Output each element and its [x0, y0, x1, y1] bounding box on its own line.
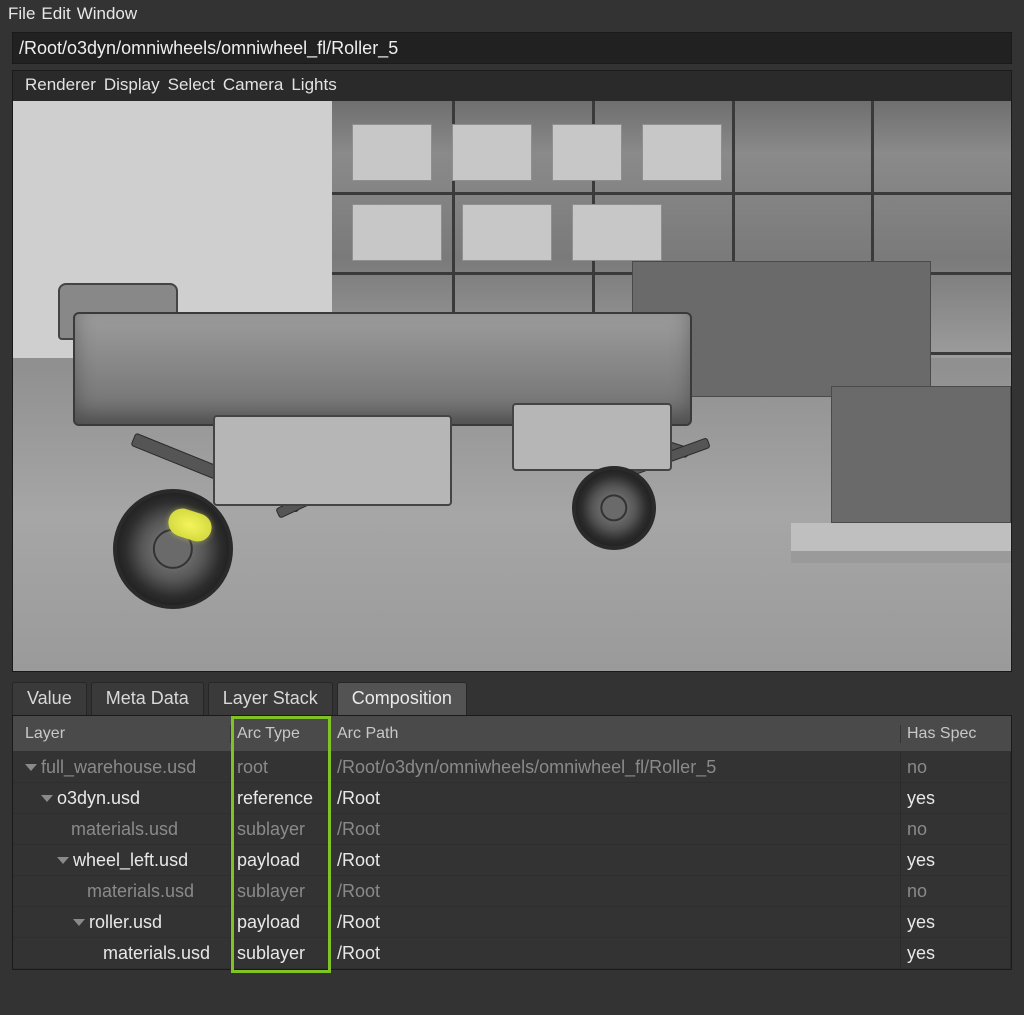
cell-layer: full_warehouse.usd	[13, 752, 231, 782]
vp-menu-camera[interactable]: Camera	[223, 75, 283, 95]
table-row[interactable]: materials.usd sublayer/Rootyes	[13, 938, 1011, 969]
cell-arc-path: /Root	[331, 907, 901, 937]
col-arc-path[interactable]: Arc Path	[331, 725, 901, 743]
col-has-spec[interactable]: Has Spec	[901, 725, 1011, 743]
cell-has-spec: yes	[901, 783, 1011, 813]
menu-file[interactable]: File	[8, 4, 35, 24]
cell-has-spec: no	[901, 876, 1011, 906]
layer-name: wheel_left.usd	[73, 850, 188, 871]
cell-has-spec: yes	[901, 938, 1011, 968]
layer-name: full_warehouse.usd	[41, 757, 196, 778]
cell-layer: o3dyn.usd	[13, 783, 231, 813]
menu-window[interactable]: Window	[77, 4, 137, 24]
cell-layer: materials.usd	[13, 938, 231, 968]
tab-composition[interactable]: Composition	[337, 682, 467, 715]
disclosure-icon[interactable]	[25, 764, 37, 771]
table-row[interactable]: wheel_left.usd payload/Rootyes	[13, 845, 1011, 876]
cell-arc-type: payload	[231, 845, 331, 875]
cell-arc-type: reference	[231, 783, 331, 813]
vp-menu-lights[interactable]: Lights	[291, 75, 336, 95]
menu-edit[interactable]: Edit	[41, 4, 70, 24]
tab-meta-data[interactable]: Meta Data	[91, 682, 204, 715]
inspector-tabs: Value Meta Data Layer Stack Composition	[12, 682, 1012, 715]
disclosure-icon[interactable]	[41, 795, 53, 802]
cell-has-spec: no	[901, 752, 1011, 782]
cell-has-spec: no	[901, 814, 1011, 844]
vp-menu-display[interactable]: Display	[104, 75, 160, 95]
table-row[interactable]: roller.usd payload/Rootyes	[13, 907, 1011, 938]
cell-arc-path: /Root/o3dyn/omniwheels/omniwheel_fl/Roll…	[331, 752, 901, 782]
cell-has-spec: yes	[901, 907, 1011, 937]
table-row[interactable]: materials.usd sublayer/Rootno	[13, 876, 1011, 907]
tab-layer-stack[interactable]: Layer Stack	[208, 682, 333, 715]
vp-menu-select[interactable]: Select	[168, 75, 215, 95]
cell-arc-path: /Root	[331, 845, 901, 875]
cell-arc-path: /Root	[331, 938, 901, 968]
cell-arc-type: sublayer	[231, 876, 331, 906]
layer-name: materials.usd	[71, 819, 178, 840]
prim-path-field[interactable]: /Root/o3dyn/omniwheels/omniwheel_fl/Roll…	[12, 32, 1012, 64]
viewport-3d[interactable]	[13, 101, 1011, 671]
cell-layer: materials.usd	[13, 876, 231, 906]
layer-name: materials.usd	[103, 943, 210, 964]
table-header: Layer Arc Type Arc Path Has Spec	[13, 716, 1011, 752]
table-row[interactable]: full_warehouse.usd root/Root/o3dyn/omniwh…	[13, 752, 1011, 783]
cell-layer: roller.usd	[13, 907, 231, 937]
composition-table: Layer Arc Type Arc Path Has Spec full_wa…	[12, 715, 1012, 970]
viewport-panel: Renderer Display Select Camera Lights	[12, 70, 1012, 672]
cell-arc-type: sublayer	[231, 938, 331, 968]
cell-arc-path: /Root	[331, 876, 901, 906]
disclosure-icon[interactable]	[73, 919, 85, 926]
prim-path-text: /Root/o3dyn/omniwheels/omniwheel_fl/Roll…	[19, 38, 398, 59]
cell-arc-path: /Root	[331, 814, 901, 844]
table-body: full_warehouse.usd root/Root/o3dyn/omniwh…	[13, 752, 1011, 969]
layer-name: o3dyn.usd	[57, 788, 140, 809]
layer-name: roller.usd	[89, 912, 162, 933]
table-row[interactable]: materials.usd sublayer/Rootno	[13, 814, 1011, 845]
main-menubar: File Edit Window	[0, 0, 1024, 30]
col-arc-type[interactable]: Arc Type	[231, 725, 331, 743]
cell-arc-type: root	[231, 752, 331, 782]
cell-arc-path: /Root	[331, 783, 901, 813]
disclosure-icon[interactable]	[57, 857, 69, 864]
layer-name: materials.usd	[87, 881, 194, 902]
col-layer[interactable]: Layer	[13, 725, 231, 743]
cell-layer: wheel_left.usd	[13, 845, 231, 875]
cell-arc-type: payload	[231, 907, 331, 937]
cell-layer: materials.usd	[13, 814, 231, 844]
table-row[interactable]: o3dyn.usd reference/Rootyes	[13, 783, 1011, 814]
viewport-menubar: Renderer Display Select Camera Lights	[13, 71, 1011, 101]
cell-has-spec: yes	[901, 845, 1011, 875]
vp-menu-renderer[interactable]: Renderer	[25, 75, 96, 95]
cell-arc-type: sublayer	[231, 814, 331, 844]
tab-value[interactable]: Value	[12, 682, 87, 715]
